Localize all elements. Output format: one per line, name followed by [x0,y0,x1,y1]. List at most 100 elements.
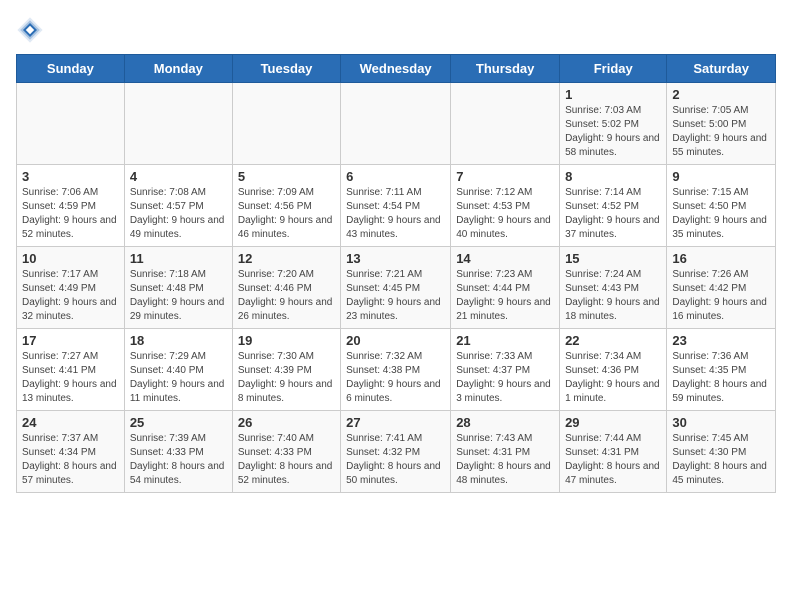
day-cell: 21 Sunrise: 7:33 AM Sunset: 4:37 PM Dayli… [451,329,560,411]
day-info: Sunrise: 7:41 AM Sunset: 4:32 PM Dayligh… [346,432,445,488]
day-cell: 7 Sunrise: 7:12 AM Sunset: 4:53 PM Daylig… [451,165,560,247]
col-monday: Monday [124,55,232,83]
day-number: 10 [22,251,119,266]
day-number: 5 [238,169,335,184]
day-number: 3 [22,169,119,184]
col-saturday: Saturday [667,55,776,83]
day-number: 28 [456,415,554,430]
day-cell [451,83,560,165]
col-sunday: Sunday [17,55,125,83]
day-cell: 14 Sunrise: 7:23 AM Sunset: 4:44 PM Dayli… [451,247,560,329]
day-cell: 27 Sunrise: 7:41 AM Sunset: 4:32 PM Dayli… [341,411,451,493]
day-number: 6 [346,169,445,184]
day-cell: 6 Sunrise: 7:11 AM Sunset: 4:54 PM Daylig… [341,165,451,247]
day-cell [232,83,340,165]
day-number: 26 [238,415,335,430]
day-number: 13 [346,251,445,266]
day-cell: 9Sunrise: 7:15 AM Sunset: 4:50 PM Daylig… [667,165,776,247]
day-cell: 16 Sunrise: 7:26 AM Sunset: 4:42 PM Dayli… [667,247,776,329]
day-number: 21 [456,333,554,348]
day-info: Sunrise: 7:11 AM Sunset: 4:54 PM Dayligh… [346,186,445,242]
header-row: Sunday Monday Tuesday Wednesday Thursday… [17,55,776,83]
day-number: 19 [238,333,335,348]
day-info: Sunrise: 7:09 AM Sunset: 4:56 PM Dayligh… [238,186,335,242]
day-info: Sunrise: 7:03 AM Sunset: 5:02 PM Dayligh… [565,104,661,160]
day-cell: 17 Sunrise: 7:27 AM Sunset: 4:41 PM Dayli… [17,329,125,411]
day-cell: 23 Sunrise: 7:36 AM Sunset: 4:35 PM Dayli… [667,329,776,411]
week-row-4: 17 Sunrise: 7:27 AM Sunset: 4:41 PM Dayli… [17,329,776,411]
logo-icon [16,16,44,44]
day-number: 2 [672,87,770,102]
day-info: Sunrise: 7:43 AM Sunset: 4:31 PM Dayligh… [456,432,554,488]
day-number: 18 [130,333,227,348]
day-info: Sunrise: 7:21 AM Sunset: 4:45 PM Dayligh… [346,268,445,324]
col-wednesday: Wednesday [341,55,451,83]
day-number: 15 [565,251,661,266]
calendar-table: Sunday Monday Tuesday Wednesday Thursday… [16,54,776,493]
day-cell: 22Sunrise: 7:34 AM Sunset: 4:36 PM Dayli… [560,329,667,411]
day-info: Sunrise: 7:44 AM Sunset: 4:31 PM Dayligh… [565,432,661,488]
day-info: Sunrise: 7:39 AM Sunset: 4:33 PM Dayligh… [130,432,227,488]
day-cell: 19 Sunrise: 7:30 AM Sunset: 4:39 PM Dayli… [232,329,340,411]
day-number: 17 [22,333,119,348]
day-info: Sunrise: 7:14 AM Sunset: 4:52 PM Dayligh… [565,186,661,242]
day-number: 29 [565,415,661,430]
day-info: Sunrise: 7:15 AM Sunset: 4:50 PM Dayligh… [672,186,770,242]
day-info: Sunrise: 7:27 AM Sunset: 4:41 PM Dayligh… [22,350,119,406]
day-info: Sunrise: 7:23 AM Sunset: 4:44 PM Dayligh… [456,268,554,324]
day-cell: 18 Sunrise: 7:29 AM Sunset: 4:40 PM Dayli… [124,329,232,411]
day-info: Sunrise: 7:34 AM Sunset: 4:36 PM Dayligh… [565,350,661,406]
day-number: 16 [672,251,770,266]
col-tuesday: Tuesday [232,55,340,83]
day-number: 27 [346,415,445,430]
day-number: 14 [456,251,554,266]
logo [16,16,48,44]
day-info: Sunrise: 7:08 AM Sunset: 4:57 PM Dayligh… [130,186,227,242]
day-info: Sunrise: 7:26 AM Sunset: 4:42 PM Dayligh… [672,268,770,324]
page-header [16,16,776,44]
day-info: Sunrise: 7:30 AM Sunset: 4:39 PM Dayligh… [238,350,335,406]
day-cell: 13 Sunrise: 7:21 AM Sunset: 4:45 PM Dayli… [341,247,451,329]
day-cell: 10 Sunrise: 7:17 AM Sunset: 4:49 PM Dayli… [17,247,125,329]
day-cell: 25Sunrise: 7:39 AM Sunset: 4:33 PM Dayli… [124,411,232,493]
day-info: Sunrise: 7:12 AM Sunset: 4:53 PM Dayligh… [456,186,554,242]
day-info: Sunrise: 7:20 AM Sunset: 4:46 PM Dayligh… [238,268,335,324]
day-cell: 11Sunrise: 7:18 AM Sunset: 4:48 PM Dayli… [124,247,232,329]
day-cell: 24 Sunrise: 7:37 AM Sunset: 4:34 PM Dayli… [17,411,125,493]
day-cell: 1 Sunrise: 7:03 AM Sunset: 5:02 PM Daylig… [560,83,667,165]
day-info: Sunrise: 7:40 AM Sunset: 4:33 PM Dayligh… [238,432,335,488]
day-info: Sunrise: 7:17 AM Sunset: 4:49 PM Dayligh… [22,268,119,324]
day-number: 8 [565,169,661,184]
day-number: 24 [22,415,119,430]
day-cell [124,83,232,165]
day-cell: 12 Sunrise: 7:20 AM Sunset: 4:46 PM Dayli… [232,247,340,329]
col-thursday: Thursday [451,55,560,83]
day-cell: 2Sunrise: 7:05 AM Sunset: 5:00 PM Daylig… [667,83,776,165]
day-cell: 15 Sunrise: 7:24 AM Sunset: 4:43 PM Dayli… [560,247,667,329]
day-info: Sunrise: 7:29 AM Sunset: 4:40 PM Dayligh… [130,350,227,406]
day-info: Sunrise: 7:45 AM Sunset: 4:30 PM Dayligh… [672,432,770,488]
day-cell: 20 Sunrise: 7:32 AM Sunset: 4:38 PM Dayli… [341,329,451,411]
calendar-body: 1 Sunrise: 7:03 AM Sunset: 5:02 PM Daylig… [17,83,776,493]
col-friday: Friday [560,55,667,83]
day-number: 30 [672,415,770,430]
day-cell: 4 Sunrise: 7:08 AM Sunset: 4:57 PM Daylig… [124,165,232,247]
day-number: 7 [456,169,554,184]
day-cell: 28 Sunrise: 7:43 AM Sunset: 4:31 PM Dayli… [451,411,560,493]
day-cell [341,83,451,165]
day-info: Sunrise: 7:24 AM Sunset: 4:43 PM Dayligh… [565,268,661,324]
day-info: Sunrise: 7:36 AM Sunset: 4:35 PM Dayligh… [672,350,770,406]
day-cell: 29 Sunrise: 7:44 AM Sunset: 4:31 PM Dayli… [560,411,667,493]
day-number: 1 [565,87,661,102]
day-number: 20 [346,333,445,348]
day-cell [17,83,125,165]
day-info: Sunrise: 7:32 AM Sunset: 4:38 PM Dayligh… [346,350,445,406]
day-number: 11 [130,251,227,266]
day-cell: 5 Sunrise: 7:09 AM Sunset: 4:56 PM Daylig… [232,165,340,247]
day-info: Sunrise: 7:33 AM Sunset: 4:37 PM Dayligh… [456,350,554,406]
day-number: 23 [672,333,770,348]
day-number: 4 [130,169,227,184]
day-number: 12 [238,251,335,266]
week-row-2: 3Sunrise: 7:06 AM Sunset: 4:59 PM Daylig… [17,165,776,247]
day-info: Sunrise: 7:37 AM Sunset: 4:34 PM Dayligh… [22,432,119,488]
